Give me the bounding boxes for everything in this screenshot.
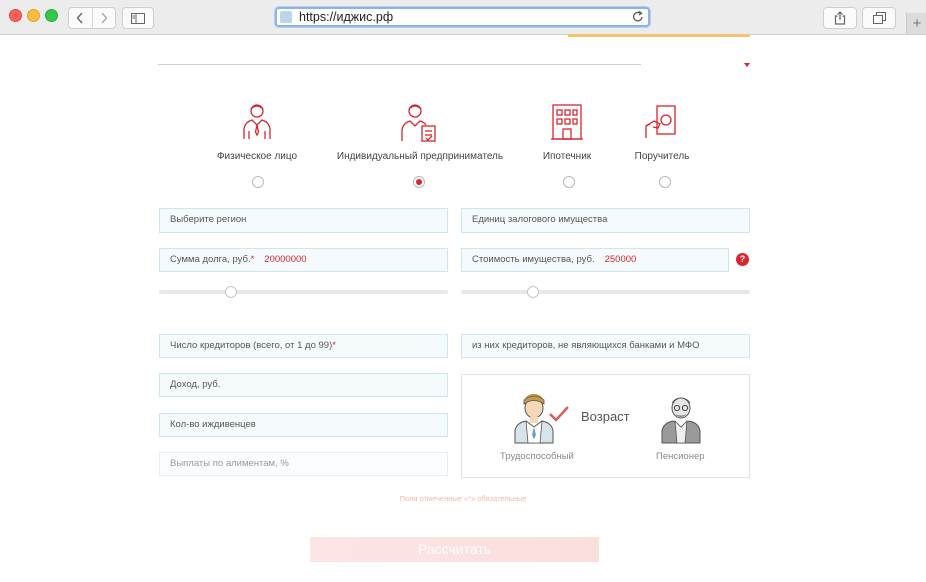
entrepreneur-icon [401, 104, 436, 142]
zoom-window-button[interactable] [45, 9, 58, 22]
history-nav [68, 7, 116, 29]
pensioner-icon[interactable] [659, 391, 703, 445]
property-slider-handle[interactable] [527, 286, 540, 298]
property-slider-track[interactable] [461, 290, 750, 294]
back-button[interactable] [69, 8, 92, 28]
forward-button[interactable] [91, 8, 116, 28]
orange-accent-bar [568, 34, 750, 37]
debt-amount-field[interactable]: Сумма долга, руб.* 20000000 [159, 248, 448, 272]
dependents-input[interactable]: Кол-во иждивенцев [159, 413, 448, 437]
tabs-overview-button[interactable] [862, 7, 896, 29]
reload-button[interactable] [632, 10, 644, 28]
sidebar-icon [131, 12, 145, 24]
reload-icon [633, 10, 643, 22]
radio-entrepreneur[interactable] [413, 176, 425, 188]
chevron-right-icon [101, 12, 108, 24]
radio-individual[interactable] [252, 176, 264, 188]
new-tab-button[interactable]: + [906, 13, 926, 34]
radio-mortgage[interactable] [563, 176, 575, 188]
age-option-pensioner[interactable]: Пенсионер [656, 451, 705, 462]
close-window-button[interactable] [9, 9, 22, 22]
address-bar[interactable]: https://иджис.рф [275, 7, 650, 27]
age-title: Возраст [581, 409, 630, 424]
share-button[interactable] [823, 7, 857, 29]
tabs-icon [872, 12, 886, 24]
type-label-mortgage: Ипотечник [542, 151, 592, 162]
required-mark: * [250, 254, 255, 265]
age-selector: Возраст Трудоспособный Пенсионер [461, 374, 750, 478]
creditors-count-label: Число кредиторов (всего, от 1 до 99) [170, 340, 333, 351]
alimony-input[interactable]: Выплаты по алиментам, % [159, 452, 448, 476]
browser-toolbar: https://иджис.рф + [0, 0, 926, 35]
money-hand-icon [645, 105, 676, 138]
section-divider [158, 64, 641, 65]
age-option-working[interactable]: Трудоспособный [500, 451, 574, 462]
share-icon [834, 11, 846, 25]
sidebar-button[interactable] [122, 7, 154, 29]
property-value-field[interactable]: Стоимость имущества, руб. 250000 [461, 248, 729, 272]
non-bank-creditors-input[interactable]: из них кредиторов, не являющихся банками… [461, 334, 750, 358]
site-favicon-icon [280, 11, 292, 23]
building-icon [551, 104, 583, 140]
debt-slider-track[interactable] [159, 290, 448, 294]
region-select[interactable]: Выберите регион [159, 208, 448, 233]
type-label-guarantor: Поручитель [634, 151, 690, 162]
help-icon[interactable]: ? [736, 253, 749, 266]
chevron-left-icon [76, 12, 83, 24]
property-value-label: Стоимость имущества, руб. [472, 254, 595, 265]
creditors-count-input[interactable]: Число кредиторов (всего, от 1 до 99)* [159, 334, 448, 358]
collateral-units-input[interactable]: Единиц залогового имущества [461, 208, 750, 233]
type-label-entrepreneur: Индивидуальный предприниматель [336, 151, 504, 162]
check-icon [549, 406, 569, 422]
person-icon [243, 104, 271, 139]
radio-guarantor[interactable] [659, 176, 671, 188]
debt-amount-value: 20000000 [264, 254, 307, 265]
income-input[interactable]: Доход, руб. [159, 373, 448, 397]
debt-slider-handle[interactable] [225, 286, 238, 298]
required-fields-note: Поля отмеченные «*» обязательные [399, 494, 527, 503]
url-text: https://иджис.рф [299, 10, 394, 24]
debt-amount-label: Сумма долга, руб. [170, 254, 251, 265]
minimize-window-button[interactable] [27, 9, 40, 22]
property-value-amount: 250000 [604, 254, 637, 265]
type-label-individual: Физическое лицо [216, 151, 298, 162]
required-mark: * [332, 340, 336, 351]
calculate-button[interactable]: Рассчитать [310, 537, 599, 562]
caret-down-icon[interactable] [744, 63, 750, 67]
